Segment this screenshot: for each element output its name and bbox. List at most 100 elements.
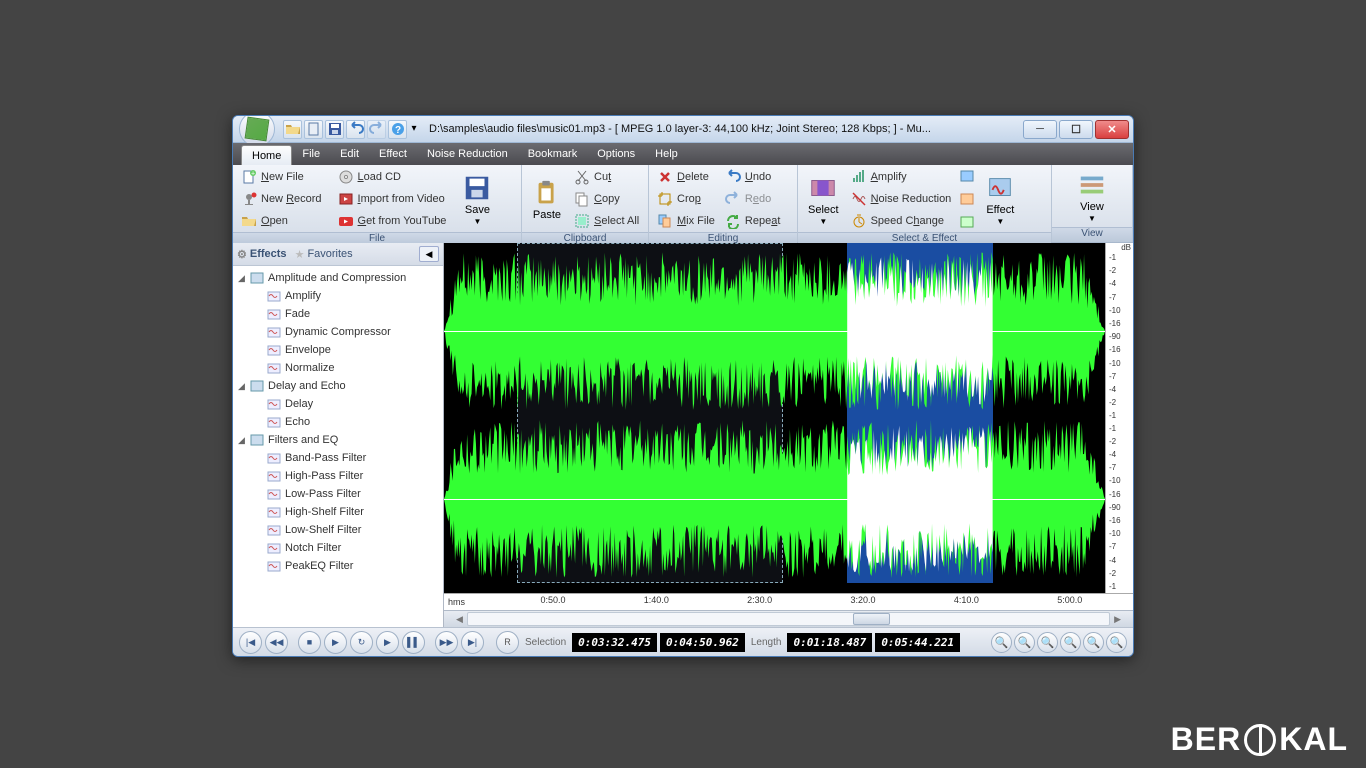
redo-button[interactable]: Redo	[721, 188, 784, 210]
tree-group[interactable]: ◢Filters and EQ	[235, 431, 441, 449]
qat-new-icon[interactable]	[304, 120, 323, 139]
select-all-button[interactable]: Select All	[570, 210, 643, 232]
tree-item[interactable]: Envelope	[235, 341, 441, 359]
tree-item[interactable]: Low-Shelf Filter	[235, 521, 441, 539]
svg-text:?: ?	[394, 125, 400, 136]
crop-button[interactable]: Crop	[653, 188, 719, 210]
import-video-button[interactable]: Import from Video	[334, 188, 451, 210]
speed-change-button[interactable]: Speed Change	[847, 210, 956, 232]
qat-help-icon[interactable]: ?	[388, 120, 407, 139]
stop-button[interactable]: ■	[298, 631, 321, 654]
fast-forward-button[interactable]: ▶▶	[435, 631, 458, 654]
watermark: BERKAL	[1171, 721, 1348, 758]
qat-save-icon[interactable]	[325, 120, 344, 139]
effect-shortcut-3[interactable]	[957, 212, 977, 232]
tree-item[interactable]: PeakEQ Filter	[235, 557, 441, 575]
tab-effects[interactable]: ⚙Effects	[237, 248, 287, 261]
save-button[interactable]: Save▼	[456, 166, 498, 232]
menu-effect[interactable]: Effect	[369, 143, 417, 165]
length-label: Length	[751, 637, 782, 648]
tree-item[interactable]: Fade	[235, 305, 441, 323]
play-button[interactable]: ▶	[324, 631, 347, 654]
menu-noise-reduction[interactable]: Noise Reduction	[417, 143, 518, 165]
waveform-area: dB -1-2-4-7-10-16-90-16-10-7-4-2-1 -1-2-…	[444, 243, 1133, 627]
zoom-in-button[interactable]: 🔍	[991, 632, 1012, 653]
tree-item[interactable]: Notch Filter	[235, 539, 441, 557]
menu-bookmark[interactable]: Bookmark	[518, 143, 588, 165]
qat-redo-icon[interactable]	[367, 120, 386, 139]
tree-group[interactable]: ◢Delay and Echo	[235, 377, 441, 395]
menu-file[interactable]: File	[292, 143, 330, 165]
zoom-fit-button[interactable]: 🔍	[1106, 632, 1127, 653]
menu-help[interactable]: Help	[645, 143, 688, 165]
selection-start-time: 0:03:32.475	[572, 633, 657, 652]
load-cd-button[interactable]: Load CD	[334, 166, 451, 188]
tree-item[interactable]: High-Pass Filter	[235, 467, 441, 485]
tree-item[interactable]: High-Shelf Filter	[235, 503, 441, 521]
select-button[interactable]: Select▼	[802, 166, 845, 232]
open-button[interactable]: Open	[237, 210, 326, 232]
tree-item[interactable]: Echo	[235, 413, 441, 431]
effects-tree[interactable]: ◢Amplitude and CompressionAmplifyFadeDyn…	[233, 266, 443, 627]
close-button[interactable]: ✕	[1095, 120, 1129, 139]
zoom-out-v-button[interactable]: 🔍	[1083, 632, 1104, 653]
tree-item[interactable]: Amplify	[235, 287, 441, 305]
paste-button[interactable]: Paste	[526, 166, 568, 232]
effect-shortcut-1[interactable]	[957, 166, 977, 186]
zoom-out-button[interactable]: 🔍	[1014, 632, 1035, 653]
maximize-button[interactable]: ☐	[1059, 120, 1093, 139]
record-button[interactable]: R	[496, 631, 519, 654]
loop-button[interactable]: ↻	[350, 631, 373, 654]
ribbon-group-clipboard: Paste Cut Copy Select All Clipboard	[522, 165, 649, 242]
amplify-button[interactable]: Amplify	[847, 166, 956, 188]
minimize-button[interactable]: ─	[1023, 120, 1057, 139]
qat-open-icon[interactable]	[283, 120, 302, 139]
sidebar-tabs: ⚙Effects ★Favorites ◀	[233, 243, 443, 266]
copy-button[interactable]: Copy	[570, 188, 643, 210]
menu-home[interactable]: Home	[241, 145, 292, 165]
qat-dropdown-icon[interactable]: ▾	[409, 120, 419, 137]
menu-options[interactable]: Options	[587, 143, 645, 165]
quick-access-toolbar: ? ▾	[283, 120, 419, 139]
view-button[interactable]: View▼	[1071, 166, 1113, 227]
tree-item[interactable]: Band-Pass Filter	[235, 449, 441, 467]
delete-button[interactable]: Delete	[653, 166, 719, 188]
undo-button[interactable]: Undo	[721, 166, 784, 188]
qat-undo-icon[interactable]	[346, 120, 365, 139]
pause-button[interactable]: ▌▌	[402, 631, 425, 654]
window-title: D:\samples\audio files\music01.mp3 - [ M…	[429, 123, 1023, 135]
repeat-button[interactable]: Repeat	[721, 210, 784, 232]
new-file-button[interactable]: +New File	[237, 166, 326, 188]
effect-shortcut-2[interactable]	[957, 189, 977, 209]
scrollbar-thumb[interactable]	[853, 613, 890, 625]
sidebar-collapse-icon[interactable]: ◀	[419, 246, 439, 262]
rewind-button[interactable]: ◀◀	[265, 631, 288, 654]
svg-text:+: +	[251, 171, 255, 178]
tree-item[interactable]: Delay	[235, 395, 441, 413]
tree-item[interactable]: Low-Pass Filter	[235, 485, 441, 503]
get-youtube-button[interactable]: Get from YouTube	[334, 210, 451, 232]
timeline-ruler[interactable]: hms 0:50.01:40.02:30.03:20.04:10.05:00.0	[444, 593, 1133, 610]
titlebar: ? ▾ D:\samples\audio files\music01.mp3 -…	[233, 116, 1133, 143]
ribbon-group-file: +New File New Record Open Load CD Import…	[233, 165, 522, 242]
zoom-selection-button[interactable]: 🔍	[1037, 632, 1058, 653]
tree-group[interactable]: ◢Amplitude and Compression	[235, 269, 441, 287]
play-selection-button[interactable]: ▶	[376, 631, 399, 654]
mix-file-button[interactable]: Mix File	[653, 210, 719, 232]
goto-end-button[interactable]: ▶|	[461, 631, 484, 654]
goto-start-button[interactable]: |◀	[239, 631, 262, 654]
tree-item[interactable]: Normalize	[235, 359, 441, 377]
horizontal-scrollbar[interactable]: ◀ ▶	[444, 610, 1133, 627]
effect-button[interactable]: Effect▼	[979, 166, 1021, 232]
menu-edit[interactable]: Edit	[330, 143, 369, 165]
waveform-canvas[interactable]	[444, 243, 1105, 593]
selection-label: Selection	[525, 637, 566, 648]
new-record-button[interactable]: New Record	[237, 188, 326, 210]
noise-reduction-button[interactable]: Noise Reduction	[847, 188, 956, 210]
tab-favorites[interactable]: ★Favorites	[295, 248, 353, 261]
cut-button[interactable]: Cut	[570, 166, 643, 188]
app-window: ? ▾ D:\samples\audio files\music01.mp3 -…	[232, 115, 1134, 657]
selection-length-time: 0:01:18.487	[787, 633, 872, 652]
zoom-in-v-button[interactable]: 🔍	[1060, 632, 1081, 653]
tree-item[interactable]: Dynamic Compressor	[235, 323, 441, 341]
